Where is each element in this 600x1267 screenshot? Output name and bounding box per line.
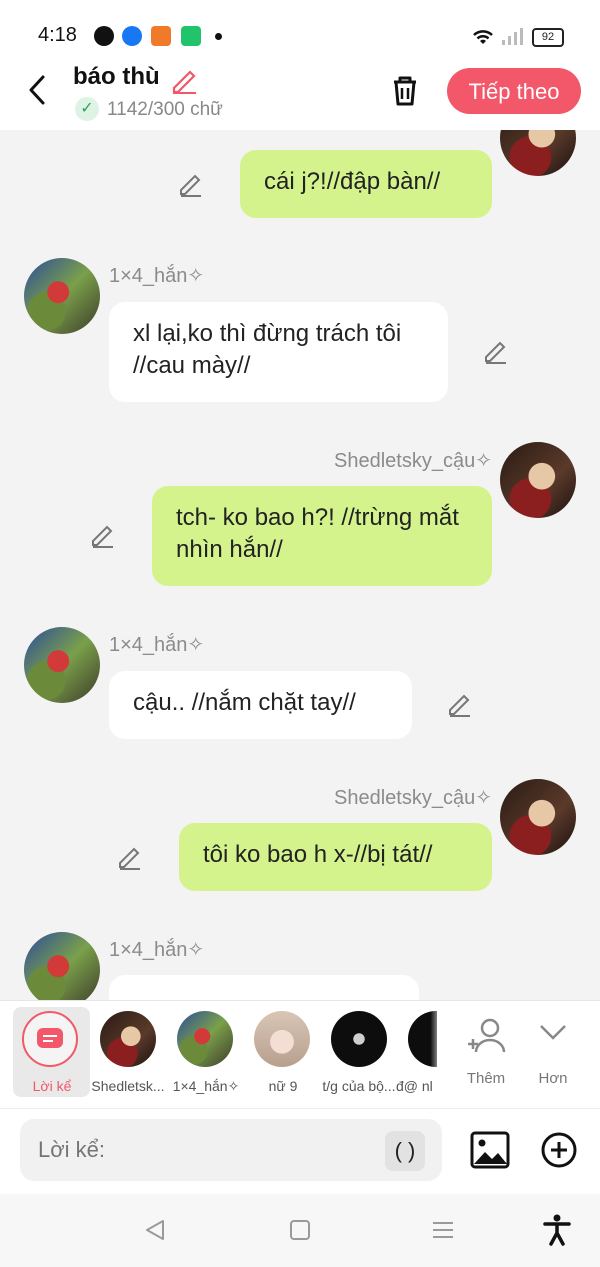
add-character-icon[interactable] <box>466 1016 508 1056</box>
character-label: t/g của bộ... <box>322 1078 396 1094</box>
message-bubble[interactable] <box>109 975 419 1000</box>
character-label: đ@ nl <box>396 1078 433 1094</box>
character-label: Shedletsk... <box>91 1078 165 1094</box>
sender-name: 1×4_hắn✧ <box>109 939 205 961</box>
nav-back-icon[interactable] <box>143 1218 167 1242</box>
edit-message-icon[interactable] <box>90 523 116 549</box>
accessibility-icon[interactable] <box>543 1214 571 1246</box>
avatar[interactable] <box>24 932 100 1000</box>
narration-icon <box>37 1028 63 1048</box>
more-notifications-dot <box>215 33 222 40</box>
character-avatar[interactable] <box>331 1011 387 1067</box>
signal-icon <box>502 28 523 45</box>
messenger-icon <box>94 26 114 46</box>
message-bubble[interactable]: xl lại,ko thì đừng trách tôi //cau mày// <box>109 302 448 402</box>
message-bubble[interactable]: cậu.. //nắm chặt tay// <box>109 671 412 739</box>
edit-title-icon[interactable] <box>170 66 198 94</box>
wifi-icon <box>473 30 493 44</box>
more-label[interactable]: Hơn <box>530 1070 576 1087</box>
edit-message-icon[interactable] <box>178 172 204 198</box>
avatar[interactable] <box>500 442 576 518</box>
trash-icon[interactable] <box>388 72 422 108</box>
game-icon <box>151 26 171 46</box>
message-bubble[interactable]: tôi ko bao h x-//bị tát// <box>179 823 492 891</box>
avatar[interactable] <box>500 130 576 176</box>
add-character-label[interactable]: Thêm <box>460 1070 512 1087</box>
character-avatar[interactable] <box>254 1011 310 1067</box>
sender-name: Shedletsky_cậu✧ <box>334 450 492 472</box>
narrator-button[interactable] <box>22 1011 78 1067</box>
add-circle-icon[interactable] <box>540 1131 578 1169</box>
word-count: 1142/300 chữ <box>107 99 223 120</box>
sender-name: Shedletsky_cậu✧ <box>334 787 492 809</box>
avatar[interactable] <box>24 627 100 703</box>
nav-home-icon[interactable] <box>289 1219 311 1241</box>
next-button[interactable]: Tiếp theo <box>447 68 581 114</box>
back-icon[interactable] <box>24 73 50 107</box>
parentheses-button[interactable]: ( ) <box>385 1131 425 1171</box>
character-label-narrator: Lời kể <box>32 1078 72 1094</box>
status-time: 4:18 <box>38 24 77 46</box>
edit-message-icon[interactable] <box>117 845 143 871</box>
check-icon: ✓ <box>75 97 99 121</box>
edit-message-icon[interactable] <box>483 339 509 365</box>
sender-name: 1×4_hắn✧ <box>109 265 205 287</box>
character-avatar[interactable] <box>100 1011 156 1067</box>
sender-name: 1×4_hắn✧ <box>109 634 205 656</box>
message-bubble[interactable]: cái j?!//đập bàn// <box>240 150 492 218</box>
character-avatar[interactable] <box>177 1011 233 1067</box>
avatar[interactable] <box>500 779 576 855</box>
image-icon[interactable] <box>470 1131 510 1169</box>
facebook-icon <box>122 26 142 46</box>
avatar[interactable] <box>24 258 100 334</box>
chevron-down-icon[interactable] <box>538 1022 568 1042</box>
character-label: nữ 9 <box>268 1078 298 1094</box>
character-label: 1×4_hắn✧ <box>172 1078 240 1094</box>
edit-message-icon[interactable] <box>447 692 473 718</box>
actions-panel <box>437 1004 600 1104</box>
nav-menu-icon[interactable] <box>432 1220 454 1240</box>
narration-input[interactable] <box>20 1119 442 1181</box>
chat-area[interactable]: cái j?!//đập bàn// 1×4_hắn✧ xl lại,ko th… <box>0 130 600 1000</box>
battery-indicator: 92 <box>532 28 564 47</box>
story-title: báo thù <box>73 63 160 90</box>
app-icon <box>181 26 201 46</box>
message-bubble[interactable]: tch- ko bao h?! //trừng mắt nhìn hắn// <box>152 486 492 586</box>
